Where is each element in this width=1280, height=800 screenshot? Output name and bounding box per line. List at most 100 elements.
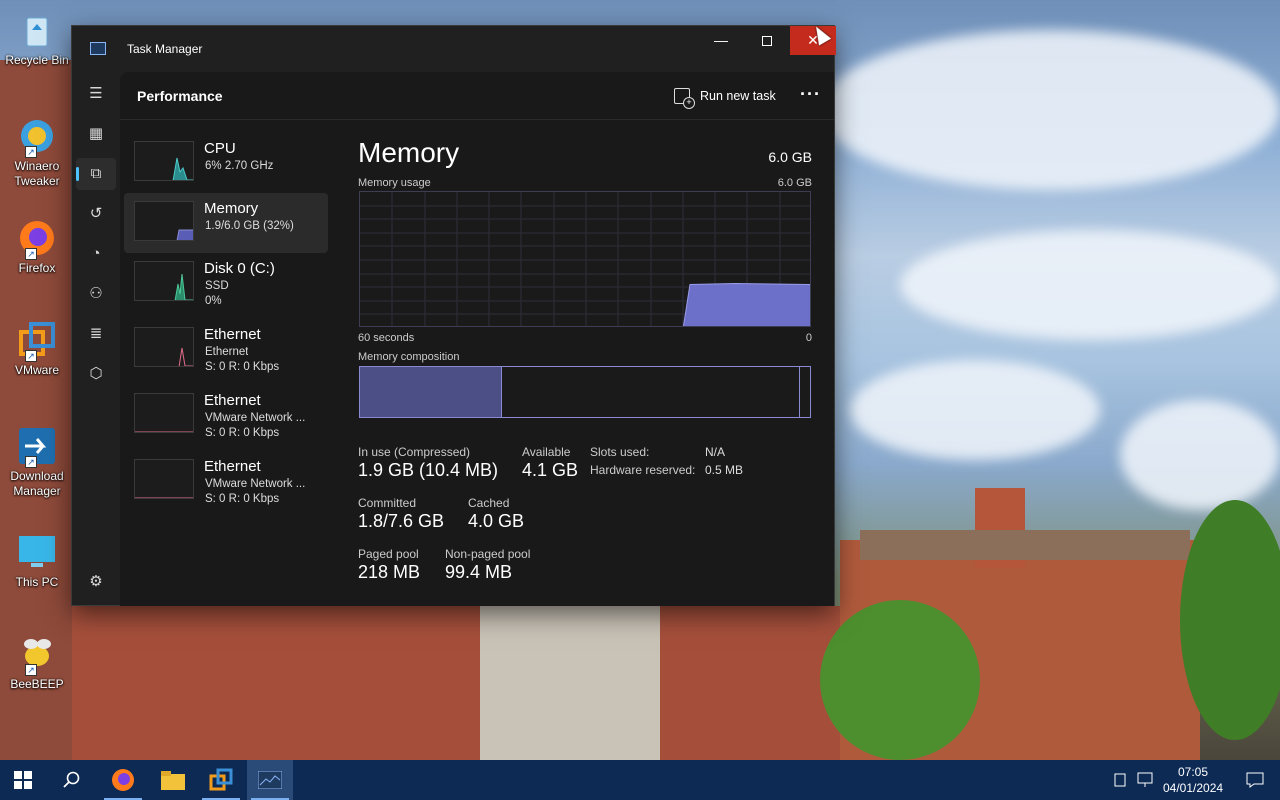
- recycle-bin-icon: [17, 10, 57, 50]
- window-title: Task Manager: [127, 42, 203, 56]
- app-history-icon[interactable]: ↺: [76, 198, 116, 230]
- notification-tray-icon[interactable]: [1108, 760, 1132, 800]
- perf-item-ethernet-vmware-1[interactable]: Ethernet VMware Network ... S: 0 R: 0 Kb…: [124, 385, 328, 445]
- in-use-label: In use (Compressed): [358, 445, 471, 459]
- vmware-icon[interactable]: [198, 760, 244, 800]
- shortcut-arrow-icon: ↗: [25, 146, 37, 158]
- perf-item-name: Ethernet: [204, 458, 261, 475]
- ethernet-mini-graph: [134, 459, 194, 499]
- download-manager-icon: ↗: [17, 426, 57, 468]
- desktop-icon-firefox[interactable]: ↗ Firefox: [4, 218, 70, 276]
- cached-value: 4.0 GB: [468, 511, 525, 531]
- non-paged-pool-label: Non-paged pool: [445, 547, 531, 561]
- perf-item-detail: SSD: [205, 280, 229, 292]
- memory-mini-graph: [134, 201, 194, 241]
- perf-item-detail: VMware Network ...: [205, 478, 306, 490]
- disk-mini-graph: [134, 261, 194, 301]
- desktop-icon-vmware[interactable]: ↗ VMware: [4, 320, 70, 378]
- perf-item-ethernet[interactable]: Ethernet Ethernet S: 0 R: 0 Kbps: [124, 319, 328, 379]
- desktop-icon-label: BeeBEEP: [10, 677, 64, 691]
- perf-item-detail: Ethernet: [205, 346, 249, 358]
- more-options-button[interactable]: ···: [800, 84, 821, 105]
- perf-item-name: Disk 0 (C:): [204, 260, 275, 277]
- performance-list: CPU 6% 2.70 GHz Memory 1.9/6.0 GB (32%) …: [120, 121, 330, 601]
- hardware-reserved-value: 0.5 MB: [705, 463, 744, 477]
- shortcut-arrow-icon: ↗: [25, 350, 37, 362]
- cpu-mini-graph: [134, 141, 194, 181]
- committed-label: Committed: [358, 496, 417, 510]
- perf-item-ethernet-vmware-2[interactable]: Ethernet VMware Network ... S: 0 R: 0 Kb…: [124, 451, 328, 511]
- startup-apps-icon[interactable]: ◔: [76, 238, 116, 270]
- taskbar-clock[interactable]: 07:05 04/01/2024: [1163, 764, 1223, 796]
- firefox-icon[interactable]: [100, 760, 146, 800]
- graph-axis-left-label: 60 seconds: [358, 332, 415, 344]
- minimize-button[interactable]: —: [698, 26, 744, 55]
- nav-rail: ☰ ▦ ⧉ ↺ ◔ ⚇ ≣ ⬡ ⚙: [72, 72, 120, 606]
- desktop-icon-beebeep[interactable]: ↗ BeeBEEP: [4, 634, 70, 692]
- perf-item-name: CPU: [204, 140, 236, 157]
- details-icon[interactable]: ≣: [76, 318, 116, 350]
- ethernet-mini-graph: [134, 393, 194, 433]
- slots-used-label: Slots used:: [590, 445, 650, 459]
- ethernet-mini-graph: [134, 327, 194, 367]
- desktop-icon-download-manager[interactable]: ↗ Download Manager: [4, 426, 70, 499]
- task-manager-window: Task Manager — ✕ ☰ ▦ ⧉ ↺ ◔ ⚇ ≣ ⬡ ⚙ Perfo…: [71, 25, 836, 606]
- desktop-icon-label: VMware: [14, 363, 59, 377]
- perf-item-name: Ethernet: [204, 326, 261, 343]
- network-icon[interactable]: [1133, 760, 1159, 800]
- perf-item-memory[interactable]: Memory 1.9/6.0 GB (32%): [124, 193, 328, 253]
- run-new-task-button[interactable]: Run new task: [674, 86, 776, 109]
- graph-axis-right-label: 0: [805, 332, 812, 344]
- page-header: Performance Run new task ···: [120, 72, 834, 120]
- perf-item-disk[interactable]: Disk 0 (C:) SSD 0%: [124, 253, 328, 313]
- memory-usage-label: Memory usage: [358, 177, 431, 189]
- file-explorer-icon[interactable]: [150, 760, 196, 800]
- perf-item-detail: 6% 2.70 GHz: [205, 160, 274, 172]
- memory-usage-graph: [359, 191, 811, 327]
- winaero-tweaker-icon: ↗: [17, 116, 57, 158]
- beebeep-icon: ↗: [17, 634, 57, 676]
- memory-usage-chart: [360, 192, 810, 326]
- start-windows-icon[interactable]: [0, 760, 46, 800]
- run-task-icon: [674, 88, 695, 109]
- maximize-icon: [762, 36, 772, 47]
- perf-item-detail-2: S: 0 R: 0 Kbps: [205, 493, 280, 505]
- hamburger-menu-icon[interactable]: ☰: [76, 78, 116, 110]
- in-use-value: 1.9 GB (10.4 MB): [358, 460, 499, 480]
- services-icon[interactable]: ⬡: [76, 358, 116, 390]
- search-icon[interactable]: [48, 760, 94, 800]
- maximize-button[interactable]: [744, 26, 790, 55]
- desktop-icon-this-pc[interactable]: This PC: [4, 532, 70, 590]
- perf-item-name: Memory: [204, 200, 259, 217]
- clock-time: 07:05: [1177, 765, 1209, 779]
- users-icon[interactable]: ⚇: [76, 278, 116, 310]
- performance-icon[interactable]: ⧉: [76, 158, 116, 190]
- vmware-icon: ↗: [17, 320, 57, 362]
- processes-icon[interactable]: ▦: [76, 118, 116, 150]
- available-value: 4.1 GB: [522, 460, 579, 480]
- perf-item-detail-2: 0%: [205, 295, 222, 307]
- memory-title: Memory: [358, 137, 460, 168]
- title-bar[interactable]: Task Manager — ✕: [72, 26, 836, 72]
- cached-label: Cached: [468, 496, 510, 510]
- firefox-icon: ↗: [17, 218, 57, 260]
- shortcut-arrow-icon: ↗: [25, 248, 37, 260]
- taskbar: 07:05 04/01/2024: [0, 760, 1280, 800]
- settings-gear-icon[interactable]: ⚙: [76, 566, 116, 598]
- memory-usage-max: 6.0 GB: [777, 177, 812, 189]
- shortcut-arrow-icon: ↗: [25, 664, 37, 676]
- committed-value: 1.8/7.6 GB: [358, 511, 445, 531]
- task-manager-icon: [90, 42, 106, 55]
- memory-composition-bar: [359, 366, 811, 418]
- composition-modified-segment: [799, 367, 800, 417]
- perf-item-detail-2: S: 0 R: 0 Kbps: [205, 427, 280, 439]
- composition-in-use-segment: [360, 367, 502, 417]
- non-paged-pool-value: 99.4 MB: [445, 562, 513, 582]
- perf-item-detail-2: S: 0 R: 0 Kbps: [205, 361, 280, 373]
- task-manager-icon[interactable]: [247, 760, 293, 800]
- desktop-icon-winaero-tweaker[interactable]: ↗ Winaero Tweaker: [4, 116, 70, 189]
- perf-item-cpu[interactable]: CPU 6% 2.70 GHz: [124, 133, 328, 193]
- action-center-icon[interactable]: [1232, 760, 1278, 800]
- desktop-icon-recycle-bin[interactable]: Recycle Bin: [4, 10, 70, 68]
- run-new-task-label: Run new task: [700, 89, 776, 103]
